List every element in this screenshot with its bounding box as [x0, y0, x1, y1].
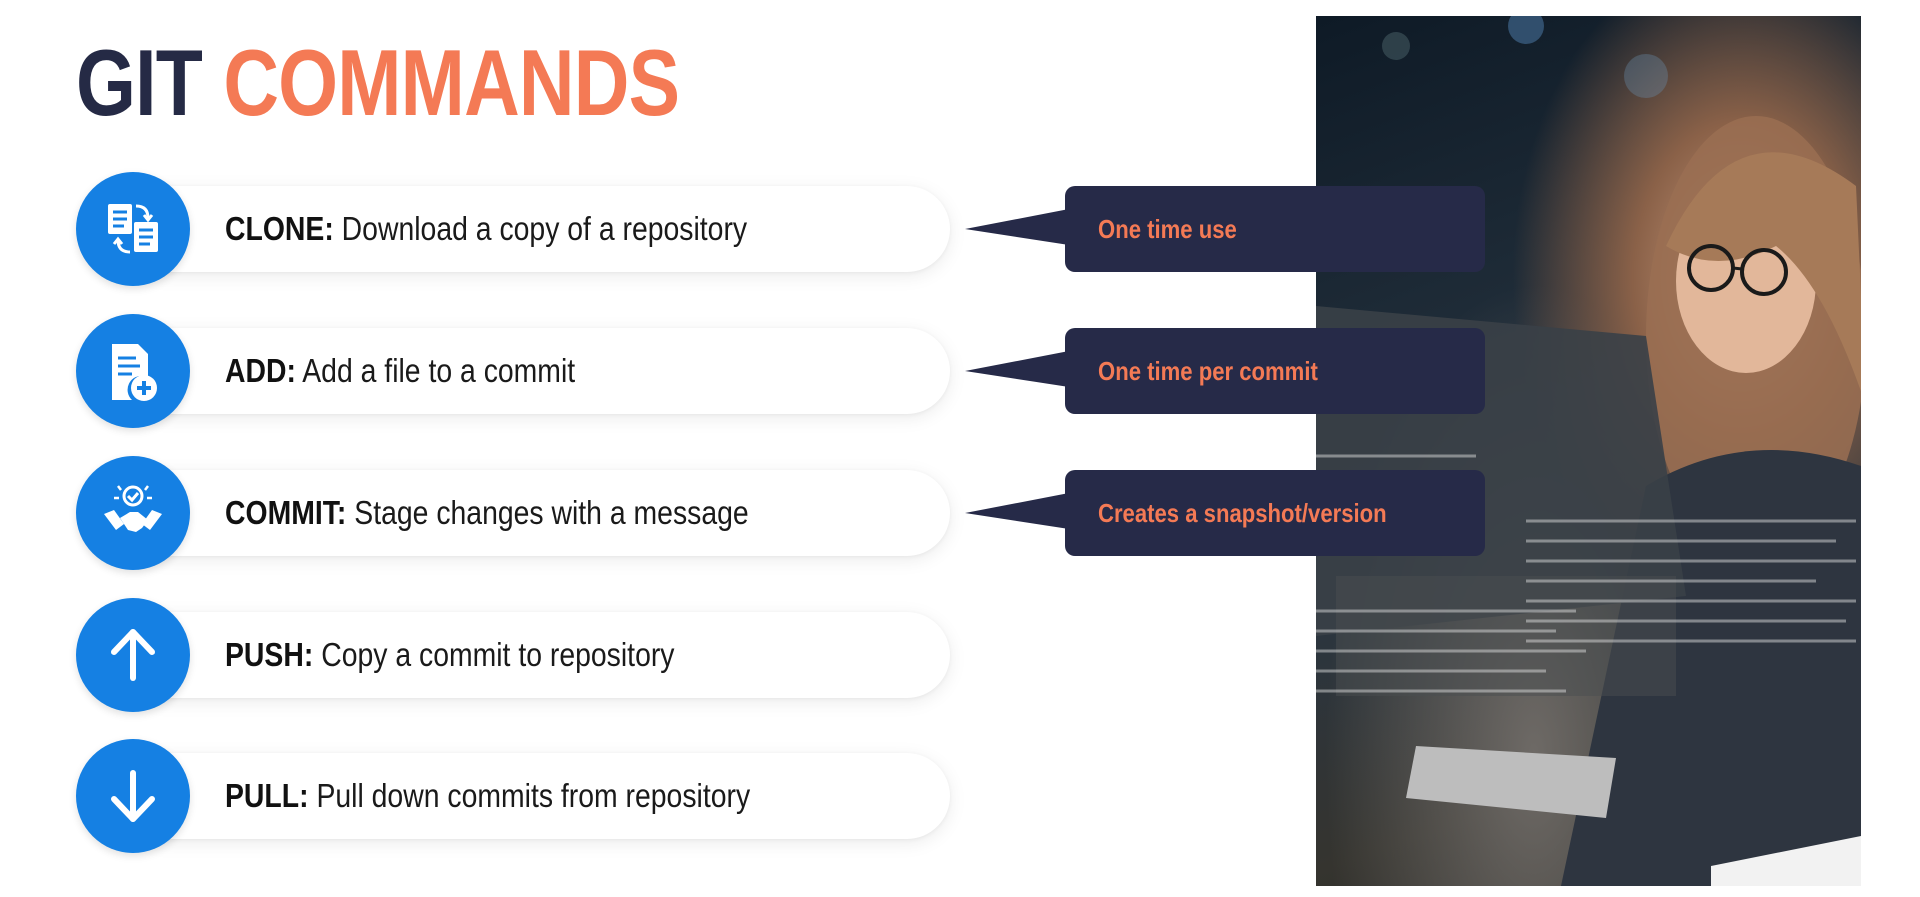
callout-text: One time per commit [1098, 356, 1318, 386]
command-text-push: PUSH: Copy a commit to repository [225, 612, 674, 698]
command-desc: Stage changes with a message [346, 494, 749, 531]
handshake-check-icon [76, 456, 190, 570]
command-desc: Download a copy of a repository [333, 210, 748, 247]
command-text-pull: PULL: Pull down commits from repository [225, 753, 750, 839]
command-name: COMMIT: [225, 494, 347, 531]
command-desc: Pull down commits from repository [308, 777, 751, 814]
add-file-icon [76, 314, 190, 428]
callout-pointer [965, 493, 1069, 529]
title-word-commands: COMMANDS [223, 30, 680, 135]
callout-text: Creates a snapshot/version [1098, 498, 1387, 528]
clone-documents-icon [76, 172, 190, 286]
arrow-down-icon [76, 739, 190, 853]
arrow-up-icon [76, 598, 190, 712]
command-desc: Copy a commit to repository [313, 636, 675, 673]
title-word-git: GIT [76, 30, 203, 135]
page-title: GIT COMMANDS [76, 36, 680, 130]
command-name: PULL: [225, 777, 309, 814]
woman-at-computer-photo [1316, 16, 1861, 886]
command-name: ADD: [225, 352, 296, 389]
callout-pointer [965, 351, 1069, 387]
command-text-add: ADD: Add a file to a commit [225, 328, 575, 414]
callout-text: One time use [1098, 214, 1237, 244]
callout-commit: Creates a snapshot/version [1065, 470, 1485, 556]
command-name: PUSH: [225, 636, 314, 673]
callout-clone: One time use [1065, 186, 1485, 272]
command-text-commit: COMMIT: Stage changes with a message [225, 470, 749, 556]
command-desc: Add a file to a commit [295, 352, 576, 389]
callout-pointer [965, 209, 1069, 245]
command-text-clone: CLONE: Download a copy of a repository [225, 186, 747, 272]
callout-add: One time per commit [1065, 328, 1485, 414]
command-name: CLONE: [225, 210, 334, 247]
